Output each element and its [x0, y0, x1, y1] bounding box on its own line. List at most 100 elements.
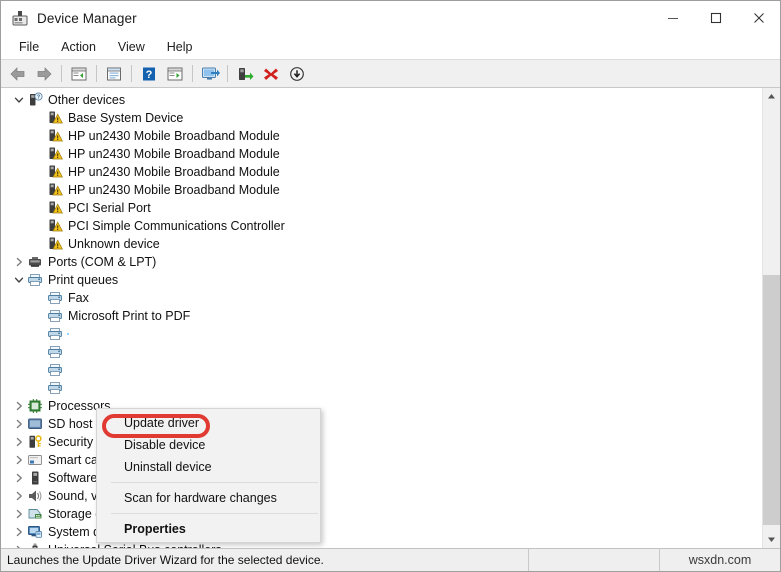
chevron-right-icon[interactable] [11, 415, 27, 433]
toolbar-separator [131, 65, 132, 82]
context-menu-separator [111, 482, 318, 483]
help-icon[interactable]: ? [136, 62, 162, 86]
tree-row[interactable] [1, 379, 762, 397]
chevron-down-icon[interactable] [11, 271, 27, 289]
tree-row-label: HP un2430 Mobile Broadband Module [68, 165, 280, 179]
tree-row[interactable]: Ports (COM & LPT) [1, 253, 762, 271]
context-menu[interactable]: Update driver Disable device Uninstall dev… [96, 408, 321, 543]
tree-row[interactable] [1, 325, 762, 343]
window-controls [651, 1, 780, 35]
tree-row-label: Base System Device [68, 111, 184, 125]
forward-icon[interactable] [31, 62, 57, 86]
warning-device-icon [47, 236, 63, 252]
printer-icon [47, 290, 63, 306]
show-hide-console-tree-icon[interactable] [66, 62, 92, 86]
tree-row[interactable]: HP un2430 Mobile Broadband Module [1, 127, 762, 145]
scroll-up-icon[interactable] [763, 88, 780, 105]
menu-view[interactable]: View [108, 37, 155, 57]
device-manager-window: Device Manager File Action View Help ? ?… [0, 0, 781, 572]
chevron-right-icon[interactable] [11, 253, 27, 271]
tree-row[interactable]: HP un2430 Mobile Broadband Module [1, 181, 762, 199]
chevron-down-icon[interactable] [11, 91, 27, 109]
tree-row-label: HP un2430 Mobile Broadband Module [68, 129, 280, 143]
minimize-button[interactable] [651, 1, 694, 35]
security-icon [27, 434, 43, 450]
toolbar-separator [96, 65, 97, 82]
ctx-properties[interactable]: Properties [97, 518, 320, 540]
ctx-uninstall-device[interactable]: Uninstall device [97, 456, 320, 478]
properties-icon[interactable] [101, 62, 127, 86]
menu-file[interactable]: File [9, 37, 49, 57]
vertical-scrollbar[interactable] [762, 88, 780, 548]
tree-row[interactable]: Fax [1, 289, 762, 307]
chevron-right-icon[interactable] [11, 397, 27, 415]
tree-row-label: Other devices [48, 93, 126, 107]
printer-icon [47, 362, 63, 378]
tree-row-label: Fax [68, 291, 89, 305]
warning-device-icon [47, 146, 63, 162]
tree-row-label: HP un2430 Mobile Broadband Module [68, 147, 280, 161]
printer-icon [47, 326, 63, 342]
chevron-right-icon[interactable] [11, 451, 27, 469]
disable-device-icon[interactable] [284, 62, 310, 86]
tree-row[interactable]: PCI Serial Port [1, 199, 762, 217]
title-bar: Device Manager [1, 1, 780, 35]
ctx-disable-device[interactable]: Disable device [97, 434, 320, 456]
twisty-placeholder [31, 361, 47, 379]
twisty-placeholder [31, 145, 47, 163]
tree-row[interactable] [1, 343, 762, 361]
scrollbar-track[interactable] [763, 105, 780, 531]
sd-host-icon [27, 416, 43, 432]
ctx-update-driver[interactable]: Update driver [97, 412, 320, 434]
toolbar-separator [192, 65, 193, 82]
tree-row-label: PCI Simple Communications Controller [68, 219, 285, 233]
printer-icon [47, 380, 63, 396]
tree-row-label: HP un2430 Mobile Broadband Module [68, 183, 280, 197]
scan-for-hardware-changes-icon[interactable] [197, 62, 223, 86]
uninstall-device-icon[interactable] [258, 62, 284, 86]
chevron-right-icon[interactable] [11, 469, 27, 487]
tree-row[interactable]: Print queues [1, 271, 762, 289]
warning-device-icon [47, 218, 63, 234]
usb-icon [27, 542, 43, 548]
menu-bar: File Action View Help [1, 35, 780, 59]
show-hide-action-pane-icon[interactable] [162, 62, 188, 86]
chevron-right-icon[interactable] [11, 433, 27, 451]
tree-row[interactable]: ? Other devices [1, 91, 762, 109]
twisty-placeholder [31, 289, 47, 307]
twisty-placeholder [31, 307, 47, 325]
tree-row-label: Microsoft Print to PDF [68, 309, 191, 323]
printer-icon [47, 308, 63, 324]
scroll-down-icon[interactable] [763, 531, 780, 548]
tree-row[interactable]: Unknown device [1, 235, 762, 253]
twisty-placeholder [31, 325, 47, 343]
chevron-right-icon[interactable] [11, 523, 27, 541]
menu-help[interactable]: Help [157, 37, 203, 57]
tree-row[interactable]: Microsoft Print to PDF [1, 307, 762, 325]
twisty-placeholder [31, 163, 47, 181]
tree-row[interactable]: HP un2430 Mobile Broadband Module [1, 163, 762, 181]
smartcard-icon [27, 452, 43, 468]
context-menu-separator [111, 513, 318, 514]
close-button[interactable] [737, 1, 780, 35]
update-driver-icon[interactable] [232, 62, 258, 86]
tree-row[interactable]: PCI Simple Communications Controller [1, 217, 762, 235]
processor-icon [27, 398, 43, 414]
tree-row[interactable]: HP un2430 Mobile Broadband Module [1, 145, 762, 163]
chevron-right-icon[interactable] [11, 487, 27, 505]
tree-row[interactable]: Base System Device [1, 109, 762, 127]
svg-text:?: ? [146, 69, 153, 81]
chevron-right-icon[interactable] [11, 505, 27, 523]
scrollbar-thumb[interactable] [763, 275, 780, 525]
ctx-scan-hardware[interactable]: Scan for hardware changes [97, 487, 320, 509]
tree-row[interactable] [1, 361, 762, 379]
toolbar-separator [61, 65, 62, 82]
maximize-button[interactable] [694, 1, 737, 35]
menu-action[interactable]: Action [51, 37, 106, 57]
chevron-right-icon[interactable] [11, 541, 27, 548]
warning-device-icon [47, 110, 63, 126]
twisty-placeholder [31, 181, 47, 199]
back-icon[interactable] [5, 62, 31, 86]
status-bar: Launches the Update Driver Wizard for th… [1, 548, 780, 571]
warning-device-icon [47, 164, 63, 180]
